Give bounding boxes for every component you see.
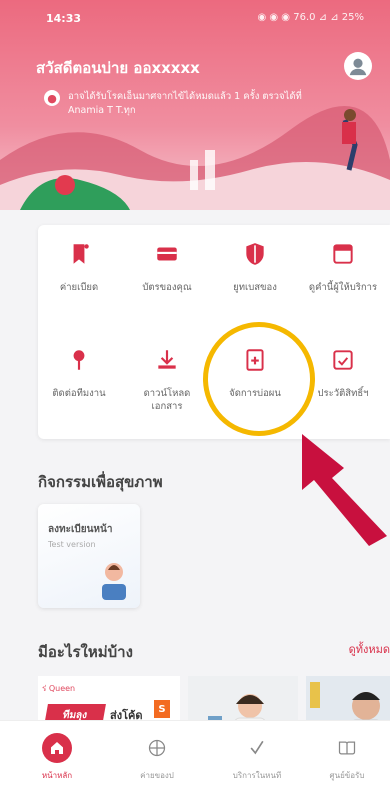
bookmark-icon <box>64 239 94 269</box>
check-icon <box>242 733 272 763</box>
nav-item-2[interactable]: ค่ายของป <box>117 733 197 782</box>
bottom-nav: หน้าหลัก ค่ายของป บริการในหนที ศูนย์ข้อร… <box>0 720 390 795</box>
status-time: 14:33 <box>46 12 82 25</box>
highlight-circle <box>203 322 315 436</box>
see-all-link[interactable]: ดูทั้งหมด <box>349 640 390 658</box>
shield-icon <box>240 239 270 269</box>
globe-icon <box>142 733 172 763</box>
menu-item-label: ประวัติสิทธิ์ฯ <box>317 388 369 399</box>
menu-item-label: ยูทเบสของ <box>233 282 277 293</box>
pin-icon <box>64 345 94 375</box>
menu-item-1[interactable]: ค่ายเบียด <box>40 239 118 294</box>
profile-avatar[interactable] <box>344 52 372 80</box>
nav-label: หน้าหลัก <box>41 771 73 780</box>
menu-item-6[interactable]: ดาวน์โหลด เอกสาร <box>128 345 206 413</box>
activity-section-title: กิจกรรมเพื่อสุขภาพ <box>38 473 163 491</box>
menu-item-8[interactable]: ประวัติสิทธิ์ฯ <box>304 345 382 400</box>
menu-item-label: ดูคำนี้ผู้ให้บริการ <box>308 282 378 293</box>
news-section-title: มีอะไรใหม่บ้าง <box>38 643 133 661</box>
menu-item-2[interactable]: บัตรของคุณ <box>128 239 206 294</box>
calendar-check-icon <box>328 345 358 375</box>
promo-s-logo: S <box>154 700 170 718</box>
person-icon <box>102 563 126 600</box>
header-illustration <box>0 106 390 210</box>
home-icon <box>42 733 72 763</box>
menu-item-label: ดาวน์โหลด เอกสาร <box>143 388 191 412</box>
status-bar: 14:33 ◉ ◉ ◉ 76.0 ⊿ ⊿ 25% <box>0 8 390 30</box>
card-icon <box>152 239 182 269</box>
nav-label: ค่ายของป <box>140 771 174 780</box>
menu-item-label: บัตรของคุณ <box>142 282 192 293</box>
menu-item-label: ค่ายเบียด <box>59 282 99 293</box>
greeting-text: สวัสดีตอนบ่าย ออxxxxx <box>36 59 200 77</box>
download-icon <box>152 345 182 375</box>
nav-item-4[interactable]: ศูนย์ข้อรับ <box>307 733 387 782</box>
activity-card-title: ลงทะเบียนหน้า <box>48 524 113 535</box>
nav-home[interactable]: หน้าหลัก <box>17 733 97 782</box>
promo-tag: ร่ Queen <box>42 684 76 693</box>
nav-label: ศูนย์ข้อรับ <box>329 771 365 780</box>
menu-item-label: ติดต่อทีมงาน <box>52 388 106 399</box>
activity-card-subtitle: Test version <box>48 540 96 549</box>
book-icon <box>332 733 362 763</box>
menu-item-5[interactable]: ติดต่อทีมงาน <box>40 345 118 400</box>
nav-item-3[interactable]: บริการในหนที <box>217 733 297 782</box>
user-icon <box>349 58 367 76</box>
calendar-icon <box>328 239 358 269</box>
menu-item-4[interactable]: ดูคำนี้ผู้ให้บริการ <box>304 239 382 294</box>
header-banner: 14:33 ◉ ◉ ◉ 76.0 ⊿ ⊿ 25% สวัสดีตอนบ่าย อ… <box>0 0 390 210</box>
nav-label: บริการในหนที <box>232 771 282 780</box>
menu-item-3[interactable]: ยูทเบสของ <box>216 239 294 294</box>
status-indicators: ◉ ◉ ◉ 76.0 ⊿ ⊿ 25% <box>257 12 365 23</box>
pointer-arrow <box>302 434 387 546</box>
activity-card[interactable]: ลงทะเบียนหน้า Test version <box>38 504 140 608</box>
